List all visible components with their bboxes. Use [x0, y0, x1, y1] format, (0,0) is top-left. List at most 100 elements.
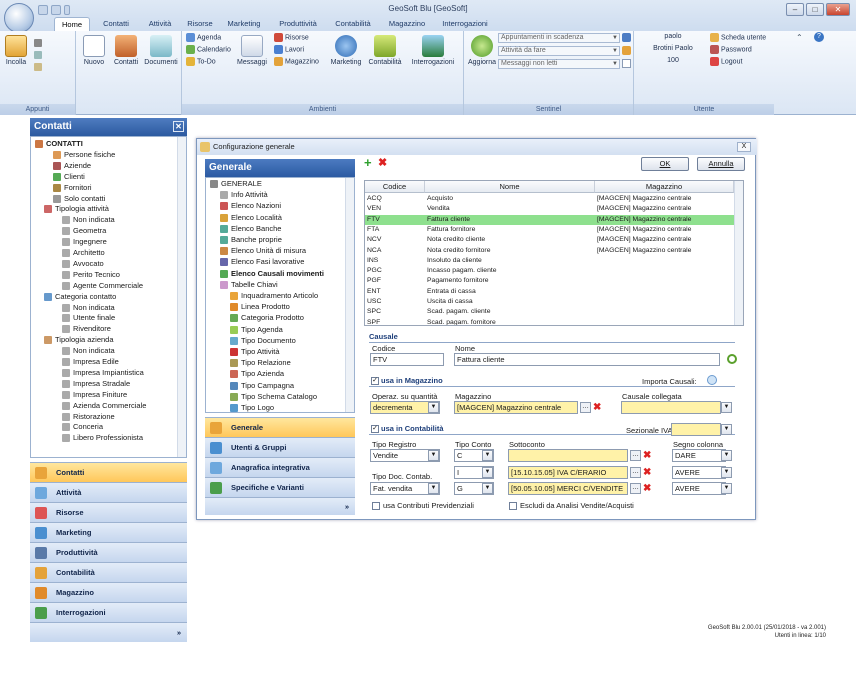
- gen-tree-item[interactable]: Info Attività: [220, 190, 268, 200]
- gen-tree-item[interactable]: Tipo Attività: [230, 347, 280, 357]
- aggiorna-button[interactable]: Aggiorna: [466, 35, 498, 66]
- cut-icon[interactable]: [34, 39, 42, 47]
- gen-tree-item[interactable]: Tabelle Chiavi: [220, 280, 278, 290]
- sentinel-attivita-select[interactable]: Attività da fare ▼: [498, 46, 620, 56]
- chevron-down-icon[interactable]: ▼: [482, 450, 493, 461]
- gen-tree-item[interactable]: Banche proprie: [220, 235, 282, 245]
- chevron-down-icon[interactable]: ▼: [428, 402, 439, 413]
- tree-item[interactable]: Aziende: [53, 161, 91, 171]
- tree-scrollbar[interactable]: [177, 137, 186, 457]
- tab-5[interactable]: Produttività: [273, 17, 323, 31]
- tree-item[interactable]: Solo contatti: [53, 194, 105, 204]
- chevron-down-icon[interactable]: ▼: [721, 424, 732, 435]
- sottoconto-2-browse-button[interactable]: …: [630, 467, 641, 478]
- tree-item[interactable]: CONTATTI: [35, 139, 83, 149]
- sentinel-appuntamenti-select[interactable]: Appuntamenti in scadenza ▼: [498, 33, 620, 43]
- contabilita-ribbon-button[interactable]: Contabilità: [364, 35, 406, 66]
- table-row[interactable]: USC Uscita di cassa: [365, 297, 734, 307]
- gen-tree-item[interactable]: Elenco Fasi lavorative: [220, 257, 304, 267]
- format-painter-icon[interactable]: [34, 63, 42, 71]
- tree-item[interactable]: Clienti: [53, 172, 85, 182]
- chevron-down-icon[interactable]: ▼: [721, 483, 732, 494]
- grid-header-nome[interactable]: Nome: [425, 181, 595, 193]
- nav-0[interactable]: Contatti: [30, 462, 187, 482]
- chevron-down-icon[interactable]: ▼: [721, 467, 732, 478]
- tree-item[interactable]: Impresa Impiantistica: [62, 368, 144, 378]
- gen-tree-item[interactable]: Tipo Documento: [230, 336, 296, 346]
- paste-button[interactable]: Incolla: [4, 35, 28, 66]
- tab-4[interactable]: Marketing: [222, 17, 266, 31]
- usa-magazzino-checkbox[interactable]: ✓: [371, 377, 379, 385]
- table-row[interactable]: ACQ Acquisto [MAGCEN] Magazzino centrale: [365, 194, 734, 204]
- table-row[interactable]: NCV Nota credito cliente [MAGCEN] Magazzin…: [365, 235, 734, 245]
- escludi-checkbox[interactable]: [509, 502, 517, 510]
- tab-0[interactable]: Home: [54, 17, 90, 31]
- refresh-icon[interactable]: [727, 354, 737, 364]
- sezionale-iva-select[interactable]: [671, 423, 721, 436]
- gen-tree-item[interactable]: Elenco Località: [220, 213, 282, 223]
- grid-scrollbar[interactable]: [734, 181, 743, 325]
- tab-2[interactable]: Attività: [142, 17, 178, 31]
- table-row[interactable]: PGF Pagamento fornitore: [365, 276, 734, 286]
- import-icon[interactable]: [707, 375, 717, 385]
- tree-item[interactable]: Agente Commerciale: [62, 281, 143, 291]
- calendario-button[interactable]: Calendario: [186, 45, 231, 54]
- segno-2-select[interactable]: AVERE: [672, 466, 726, 479]
- tree-item[interactable]: Perito Tecnico: [62, 270, 120, 280]
- sottoconto-1-clear-icon[interactable]: ✖: [643, 451, 651, 461]
- nav-1[interactable]: Attività: [30, 482, 187, 502]
- magazzino-browse-button[interactable]: …: [580, 402, 591, 413]
- tree-item[interactable]: Conceria: [62, 422, 103, 432]
- tree-item[interactable]: Avvocato: [62, 259, 104, 269]
- chevron-down-icon[interactable]: ▼: [428, 483, 439, 494]
- segno-1-select[interactable]: DARE: [672, 449, 726, 462]
- codice-field[interactable]: FTV: [370, 353, 444, 366]
- help-icon[interactable]: ?: [814, 32, 824, 42]
- marketing-ribbon-button[interactable]: Marketing: [328, 35, 364, 66]
- ribbon-minimize-icon[interactable]: ⌃: [796, 33, 803, 42]
- gen-tree-item[interactable]: Tipo Azienda: [230, 369, 284, 379]
- tree-item[interactable]: Non indicata: [62, 215, 115, 225]
- chevron-down-icon[interactable]: ▼: [482, 467, 493, 478]
- gen-tree-item[interactable]: Categoria Prodotto: [230, 313, 304, 323]
- tab-7[interactable]: Magazzino: [383, 17, 431, 31]
- gen-tree-item[interactable]: Tipo Logo: [230, 403, 274, 412]
- tree-item[interactable]: Tipologia attività: [44, 204, 109, 214]
- section-2[interactable]: Anagrafica integrativa: [205, 457, 355, 477]
- sottoconto-3-field[interactable]: [50.05.10.05] MERCI C/VENDITE: [508, 482, 628, 495]
- sottoconto-2-clear-icon[interactable]: ✖: [643, 468, 651, 478]
- minimize-button[interactable]: –: [786, 3, 804, 16]
- sottoconto-2-field[interactable]: [15.10.15.05] IVA C/ERARIO: [508, 466, 628, 479]
- tree-item[interactable]: Impresa Edile: [62, 357, 119, 367]
- nome-field[interactable]: Fattura cliente: [454, 353, 720, 366]
- documenti-button[interactable]: Documenti: [143, 35, 179, 66]
- nav-2[interactable]: Risorse: [30, 502, 187, 522]
- copy-icon[interactable]: [34, 51, 42, 59]
- gen-tree-item[interactable]: Inquadramento Articolo: [230, 291, 318, 301]
- tree-item[interactable]: Non indicata: [62, 346, 115, 356]
- tree-item[interactable]: Tipologia azienda: [44, 335, 114, 345]
- gen-tree-item[interactable]: Elenco Banche: [220, 224, 281, 234]
- causale-collegata-select[interactable]: [621, 401, 721, 414]
- messaggi-button[interactable]: Messaggi: [234, 35, 270, 66]
- tree-scrollbar[interactable]: [345, 178, 354, 412]
- tree-item[interactable]: Libero Professionista: [62, 433, 143, 443]
- nav-4[interactable]: Produttività: [30, 542, 187, 562]
- gen-tree-item[interactable]: Elenco Unità di misura: [220, 246, 306, 256]
- gen-tree-item[interactable]: Tipo Agenda: [230, 325, 283, 335]
- gen-tree-item[interactable]: Tipo Relazione: [230, 358, 291, 368]
- section-1[interactable]: Utenti & Gruppi: [205, 437, 355, 457]
- chevron-down-icon[interactable]: ▼: [721, 450, 732, 461]
- nav-more-button[interactable]: »: [30, 622, 187, 642]
- tab-6[interactable]: Contabilità: [330, 17, 376, 31]
- tree-item[interactable]: Geometra: [62, 226, 106, 236]
- todo-button[interactable]: To-Do: [186, 57, 216, 66]
- nav-3[interactable]: Marketing: [30, 522, 187, 542]
- nav-7[interactable]: Interrogazioni: [30, 602, 187, 622]
- tree-item[interactable]: Ingegnere: [62, 237, 107, 247]
- risorse-button[interactable]: Risorse: [274, 33, 309, 42]
- chevron-down-icon[interactable]: ▼: [428, 450, 439, 461]
- grid-header-codice[interactable]: Codice: [365, 181, 425, 193]
- magazzino-field[interactable]: [MAGCEN] Magazzino centrale: [454, 401, 578, 414]
- table-row[interactable]: PGC Incasso pagam. cliente: [365, 266, 734, 276]
